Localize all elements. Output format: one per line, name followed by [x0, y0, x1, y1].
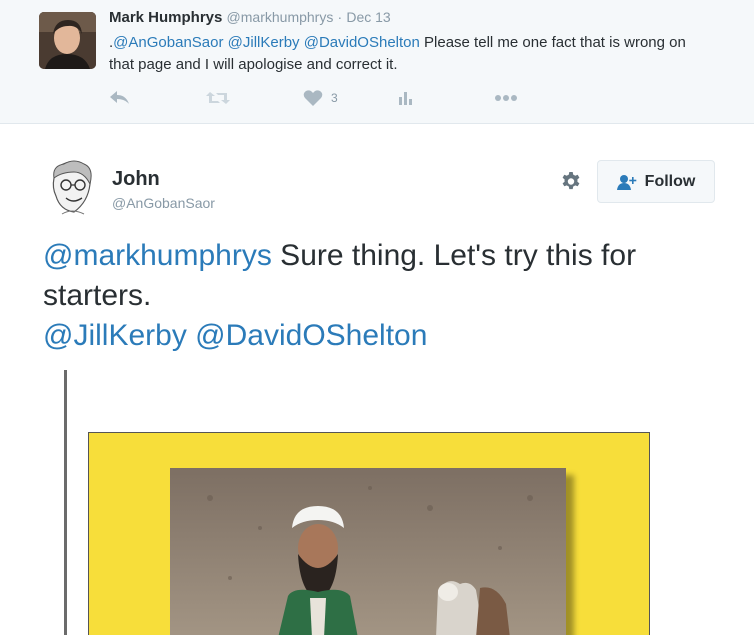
follow-label: Follow [644, 172, 696, 190]
avatar[interactable] [39, 12, 96, 69]
follow-person-icon [616, 174, 636, 190]
tweet-date[interactable]: Dec 13 [346, 9, 390, 25]
like-button[interactable]: 3 [303, 86, 338, 110]
like-count: 3 [331, 91, 338, 105]
follow-button[interactable]: Follow [597, 160, 715, 203]
attached-photo[interactable] [170, 468, 566, 635]
retweet-icon [206, 92, 230, 104]
caricature-avatar-image [44, 158, 100, 218]
settings-button[interactable] [559, 170, 583, 194]
avatar-image [39, 12, 96, 69]
mention-link[interactable]: @DavidOShelton [195, 319, 427, 352]
avatar[interactable] [44, 158, 100, 218]
author-name[interactable]: John [112, 168, 160, 191]
author-handle[interactable]: @AnGobanSaor [112, 195, 215, 211]
mention-link[interactable]: @AnGobanSaor [113, 34, 223, 51]
mention-link[interactable]: @JillKerby [43, 319, 187, 352]
mention-link[interactable]: @DavidOShelton [304, 34, 420, 51]
parent-tweet-header: Mark Humphrys @markhumphrys · Dec 13 [109, 9, 391, 26]
separator-dot: · [337, 9, 343, 25]
gear-icon [562, 172, 580, 190]
tweet-text: @markhumphrys Sure thing. Let's try this… [43, 236, 733, 356]
reply-button[interactable] [109, 86, 131, 110]
photo-image [170, 468, 566, 635]
more-icon [495, 95, 517, 101]
parent-tweet-text: .@AnGobanSaor @JillKerby @DavidOShelton … [109, 32, 709, 76]
more-button[interactable] [495, 86, 517, 110]
mention-link[interactable]: @markhumphrys [43, 239, 272, 272]
parent-author-handle[interactable]: @markhumphrys [227, 9, 334, 25]
tweet-actions: 3 [109, 86, 529, 110]
parent-author-name[interactable]: Mark Humphrys [109, 9, 222, 26]
retweet-button[interactable] [205, 86, 231, 110]
quote-bar [64, 370, 67, 635]
parent-tweet[interactable]: Mark Humphrys @markhumphrys · Dec 13 .@A… [0, 0, 754, 124]
heart-icon [303, 90, 323, 106]
analytics-icon [399, 92, 412, 105]
mention-link[interactable]: @JillKerby [228, 34, 300, 51]
analytics-button[interactable] [398, 86, 414, 110]
reply-icon [110, 91, 129, 104]
